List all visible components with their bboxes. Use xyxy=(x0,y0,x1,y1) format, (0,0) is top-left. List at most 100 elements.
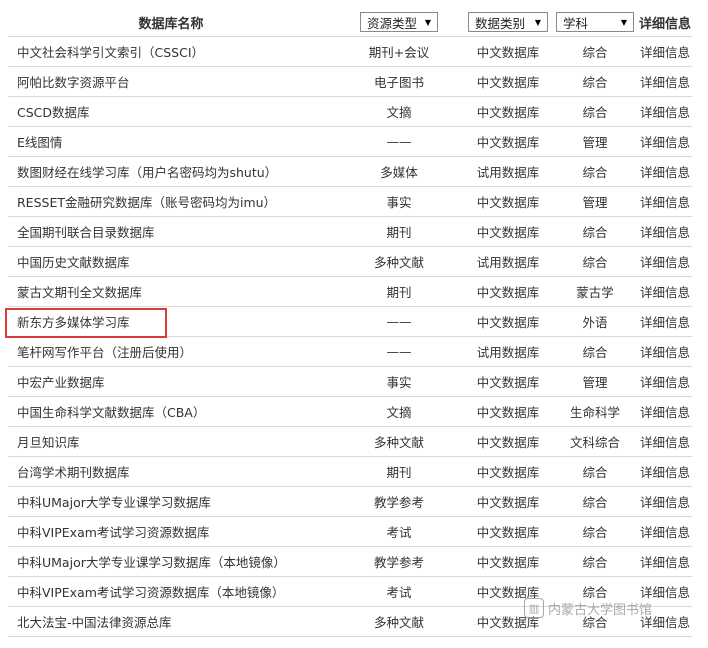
database-name-link[interactable]: 月旦知识库 xyxy=(17,435,80,450)
resource-type-cell: 考试 xyxy=(386,525,412,540)
database-name-link[interactable]: 中科VIPExam考试学习资源数据库 xyxy=(17,525,209,540)
detail-link[interactable]: 详细信息 xyxy=(640,165,690,180)
data-category-cell-cell: 中文数据库 xyxy=(464,546,552,577)
resource-type-select[interactable]: 资源类型 ▼ xyxy=(360,12,438,32)
database-name-link[interactable]: 中科VIPExam考试学习资源数据库（本地镜像） xyxy=(17,585,284,600)
detail-link[interactable]: 详细信息 xyxy=(640,525,690,540)
detail-cell: 详细信息 xyxy=(638,546,692,577)
resource-type-cell-cell: —— xyxy=(334,306,464,337)
detail-link[interactable]: 详细信息 xyxy=(640,555,690,570)
data-category-cell-cell: 中文数据库 xyxy=(464,276,552,307)
resource-type-cell: 期刊 xyxy=(386,465,412,480)
detail-link[interactable]: 详细信息 xyxy=(640,225,690,240)
subject-cell-cell: 综合 xyxy=(552,336,638,367)
resource-type-cell: 事实 xyxy=(386,195,412,210)
data-category-cell-cell: 中文数据库 xyxy=(464,96,552,127)
data-category-cell: 中文数据库 xyxy=(476,75,540,90)
database-name-cell: 中国生命科学文献数据库（CBA） xyxy=(8,396,334,427)
detail-link[interactable]: 详细信息 xyxy=(640,345,690,360)
subject-cell: 生命科学 xyxy=(569,405,620,420)
data-category-cell: 中文数据库 xyxy=(476,615,540,630)
detail-link[interactable]: 详细信息 xyxy=(640,285,690,300)
database-name-link[interactable]: 蒙古文期刊全文数据库 xyxy=(17,285,142,300)
resource-type-cell-cell: 事实 xyxy=(334,366,464,397)
detail-link[interactable]: 详细信息 xyxy=(640,45,690,60)
detail-cell: 详细信息 xyxy=(638,366,692,397)
detail-link[interactable]: 详细信息 xyxy=(640,105,690,120)
subject-cell: 综合 xyxy=(582,225,608,240)
subject-cell-cell: 综合 xyxy=(552,486,638,517)
subject-cell-cell: 综合 xyxy=(552,36,638,67)
detail-link[interactable]: 详细信息 xyxy=(640,75,690,90)
resource-type-cell-cell: 多种文献 xyxy=(334,426,464,457)
detail-link[interactable]: 详细信息 xyxy=(640,195,690,210)
data-category-cell: 中文数据库 xyxy=(476,465,540,480)
name-column-header: 数据库名称 xyxy=(8,8,334,37)
resource-type-cell: 多种文献 xyxy=(373,435,424,450)
detail-link[interactable]: 详细信息 xyxy=(640,495,690,510)
detail-link[interactable]: 详细信息 xyxy=(640,615,690,630)
data-category-cell-cell: 中文数据库 xyxy=(464,456,552,487)
detail-cell: 详细信息 xyxy=(638,186,692,217)
category-column-header: 数据类别 ▼ xyxy=(464,8,552,37)
subject-cell: 文科综合 xyxy=(569,435,620,450)
detail-link[interactable]: 详细信息 xyxy=(640,255,690,270)
table-row: 中国生命科学文献数据库（CBA） 文摘 中文数据库 生命科学 详细信息 xyxy=(8,396,692,427)
subject-select[interactable]: 学科 ▼ xyxy=(556,12,634,32)
table-row: 中科VIPExam考试学习资源数据库 考试 中文数据库 综合 详细信息 xyxy=(8,516,692,547)
detail-link[interactable]: 详细信息 xyxy=(640,465,690,480)
data-category-cell-cell: 试用数据库 xyxy=(464,336,552,367)
data-category-cell-cell: 中文数据库 xyxy=(464,426,552,457)
database-name-link[interactable]: E线图情 xyxy=(17,135,62,150)
database-name-link[interactable]: CSCD数据库 xyxy=(17,105,90,120)
subject-cell-cell: 综合 xyxy=(552,96,638,127)
database-name-link[interactable]: 中国生命科学文献数据库（CBA） xyxy=(17,405,205,420)
data-category-select[interactable]: 数据类别 ▼ xyxy=(468,12,548,32)
detail-cell: 详细信息 xyxy=(638,96,692,127)
subject-cell: 外语 xyxy=(582,315,608,330)
database-name-link[interactable]: 新东方多媒体学习库 xyxy=(17,315,130,330)
table-row: 新东方多媒体学习库 —— 中文数据库 外语 详细信息 xyxy=(8,306,692,337)
subject-cell-cell: 生命科学 xyxy=(552,396,638,427)
resource-type-cell-cell: 期刊 xyxy=(334,276,464,307)
data-category-cell-cell: 中文数据库 xyxy=(464,216,552,247)
resource-type-cell: 文摘 xyxy=(386,405,412,420)
detail-link[interactable]: 详细信息 xyxy=(640,375,690,390)
database-name-link[interactable]: 全国期刊联合目录数据库 xyxy=(17,225,155,240)
detail-link[interactable]: 详细信息 xyxy=(640,405,690,420)
database-name-link[interactable]: 中科UMajor大学专业课学习数据库（本地镜像） xyxy=(17,555,286,570)
detail-link[interactable]: 详细信息 xyxy=(640,585,690,600)
data-category-cell-cell: 试用数据库 xyxy=(464,156,552,187)
database-name-link[interactable]: 笔杆网写作平台（注册后使用） xyxy=(17,345,192,360)
database-name-link[interactable]: 北大法宝-中国法律资源总库 xyxy=(17,615,172,630)
resource-type-cell-cell: 多媒体 xyxy=(334,156,464,187)
database-name-link[interactable]: 台湾学术期刊数据库 xyxy=(17,465,130,480)
resource-type-cell: 多媒体 xyxy=(380,165,418,180)
detail-cell: 详细信息 xyxy=(638,246,692,277)
database-name-cell: 台湾学术期刊数据库 xyxy=(8,456,334,487)
database-name-link[interactable]: 中国历史文献数据库 xyxy=(17,255,130,270)
resource-type-cell-cell: 文摘 xyxy=(334,396,464,427)
database-name-link[interactable]: 中文社会科学引文索引（CSSCI） xyxy=(17,45,204,60)
database-name-link[interactable]: 中科UMajor大学专业课学习数据库 xyxy=(17,495,211,510)
data-category-cell: 中文数据库 xyxy=(476,495,540,510)
resource-type-cell: 考试 xyxy=(386,585,412,600)
database-name-link[interactable]: 中宏产业数据库 xyxy=(17,375,105,390)
database-name-cell: 中国历史文献数据库 xyxy=(8,246,334,277)
subject-cell: 综合 xyxy=(582,255,608,270)
detail-link[interactable]: 详细信息 xyxy=(640,435,690,450)
database-name-cell: 月旦知识库 xyxy=(8,426,334,457)
data-category-select-label: 数据类别 xyxy=(475,15,526,31)
database-name-link[interactable]: 数图财经在线学习库（用户名密码均为shutu） xyxy=(17,165,277,180)
resource-type-cell-cell: 事实 xyxy=(334,186,464,217)
detail-link[interactable]: 详细信息 xyxy=(640,135,690,150)
subject-cell-cell: 文科综合 xyxy=(552,426,638,457)
table-row: 中国历史文献数据库 多种文献 试用数据库 综合 详细信息 xyxy=(8,246,692,277)
detail-link[interactable]: 详细信息 xyxy=(640,315,690,330)
chevron-down-icon: ▼ xyxy=(620,17,627,27)
subject-cell: 综合 xyxy=(582,345,608,360)
database-name-link[interactable]: RESSET金融研究数据库（账号密码均为imu） xyxy=(17,195,276,210)
data-category-cell-cell: 中文数据库 xyxy=(464,576,552,607)
database-name-link[interactable]: 阿帕比数字资源平台 xyxy=(17,75,130,90)
data-category-cell-cell: 中文数据库 xyxy=(464,126,552,157)
